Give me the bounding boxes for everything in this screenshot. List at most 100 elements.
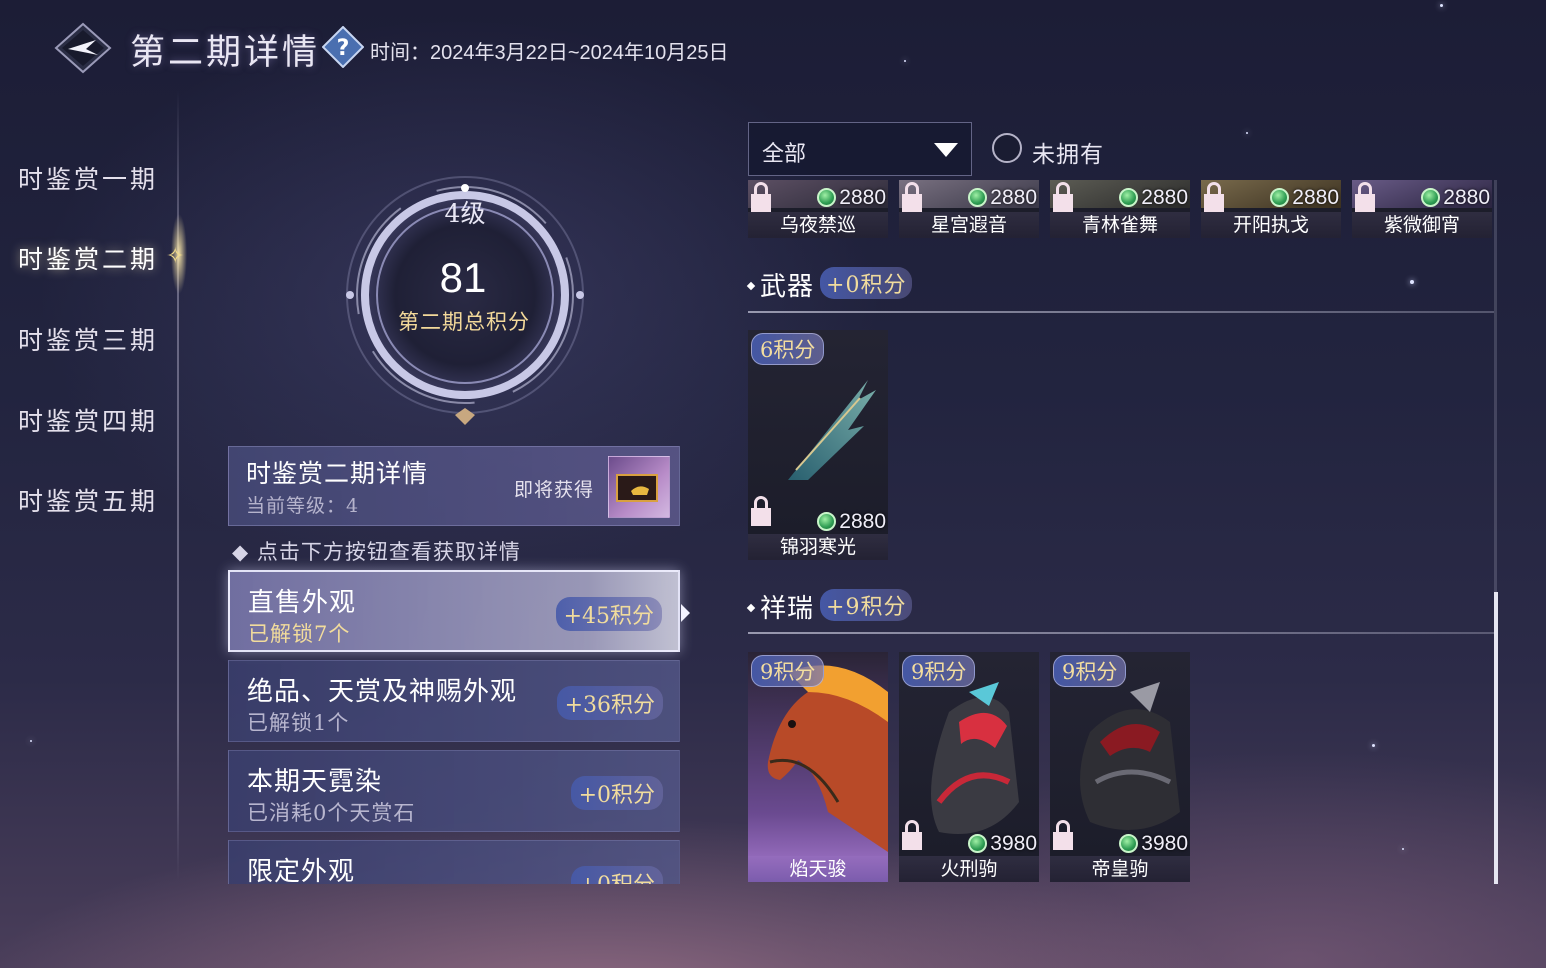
active-marker-icon: ✧ (166, 244, 185, 269)
total-score-label: 第二期总积分 (398, 310, 530, 334)
item-name: 乌夜禁巡 (748, 212, 888, 238)
back-button[interactable] (54, 22, 112, 74)
current-level-text: 当前等级：4 (246, 495, 360, 517)
item-name: 帝皇驹 (1050, 856, 1190, 882)
lock-icon (902, 820, 922, 850)
item-card[interactable]: 9积分 3980 火刑驹 (899, 652, 1039, 882)
jade-coin-icon (1119, 834, 1139, 853)
item-name: 锦羽寒光 (748, 534, 888, 560)
lock-icon (1355, 182, 1375, 212)
star-decoration (1440, 4, 1443, 7)
item-price: 2880 (1421, 186, 1490, 210)
item-name: 火刑驹 (899, 856, 1039, 882)
category-dye[interactable]: 本期天霓染 已消耗0个天赏石 +0积分 (228, 750, 680, 832)
star-decoration (1246, 132, 1248, 134)
category-title: 直售外观 (248, 588, 357, 618)
unowned-label: 未拥有 (1032, 142, 1104, 168)
filter-selected-value: 全部 (762, 142, 807, 167)
item-price-value: 2880 (1141, 186, 1188, 209)
item-points-badge: 6积分 (751, 333, 825, 365)
jade-coin-icon (817, 188, 837, 207)
lock-icon (751, 496, 771, 526)
help-button[interactable]: ? (321, 25, 365, 69)
help-icon: ? (321, 25, 365, 69)
category-clip: 限定外观 +0积分 (228, 840, 680, 884)
page-title: 第二期详情 (130, 33, 321, 73)
category-subtitle: 已消耗0个天赏石 (247, 801, 416, 825)
jade-coin-icon (968, 834, 988, 853)
category-subtitle: 已解锁1个 (247, 711, 350, 735)
category-title: 绝品、天赏及神赐外观 (247, 677, 518, 707)
item-price: 2880 (1119, 186, 1188, 210)
jade-coin-icon (1270, 188, 1290, 207)
category-points: +0积分 (570, 866, 663, 884)
item-price-value: 3980 (1141, 832, 1188, 855)
item-card[interactable]: 2880 星宫遐音 (899, 180, 1039, 238)
item-price-value: 2880 (1443, 186, 1490, 209)
item-card[interactable]: 2880 紫微御宵 (1352, 180, 1492, 238)
item-card[interactable]: 2880 开阳执戈 (1201, 180, 1341, 238)
nav-item-period-4[interactable]: 时鉴赏四期 (18, 402, 158, 438)
nav-item-period-1[interactable]: 时鉴赏一期 (18, 160, 158, 196)
jade-coin-icon (1119, 188, 1139, 207)
item-name: 星宫遐音 (899, 212, 1039, 238)
item-price-value: 2880 (990, 186, 1037, 209)
section-title: 武器 (760, 272, 815, 302)
item-price: 2880 (817, 186, 886, 210)
lock-icon (751, 182, 771, 212)
category-limited[interactable]: 限定外观 +0积分 (228, 840, 680, 884)
category-title: 限定外观 (247, 857, 356, 884)
item-points-badge: 9积分 (751, 655, 825, 687)
item-points-badge: 9积分 (1053, 655, 1127, 687)
item-card[interactable]: 2880 乌夜禁巡 (748, 180, 888, 238)
chevron-down-icon (934, 143, 958, 157)
current-level: 4级 (444, 199, 486, 228)
item-price-value: 3980 (990, 832, 1037, 855)
item-price-value: 2880 (1292, 186, 1339, 209)
back-icon (54, 22, 112, 74)
item-card[interactable]: 9积分 焰天骏 (748, 652, 888, 882)
top-row-clip: 2880 乌夜禁巡 2880 星宫遐音 2880 青林雀舞 2880 开阳执戈 … (748, 180, 1494, 238)
star-decoration (30, 740, 32, 742)
nav-item-period-2[interactable]: 时鉴赏二期 (18, 240, 158, 276)
category-subtitle: 已解锁7个 (248, 622, 351, 646)
item-price-value: 2880 (839, 510, 886, 533)
lock-icon (1053, 820, 1073, 850)
item-card[interactable]: 2880 青林雀舞 (1050, 180, 1190, 238)
nav-divider (177, 90, 179, 880)
star-decoration (904, 60, 906, 62)
section-points: +0积分 (820, 267, 913, 299)
jade-coin-icon (817, 512, 837, 531)
lock-icon (1204, 182, 1224, 212)
category-premium[interactable]: 绝品、天赏及神赐外观 已解锁1个 +36积分 (228, 660, 680, 742)
star-decoration (1410, 280, 1414, 284)
unowned-radio[interactable] (992, 133, 1022, 163)
item-price: 3980 (1119, 832, 1188, 856)
category-direct-sale[interactable]: 直售外观 已解锁7个 +45积分 (228, 570, 680, 652)
item-price: 2880 (817, 510, 886, 534)
item-card[interactable]: 9积分 3980 帝皇驹 (1050, 652, 1190, 882)
jade-coin-icon (968, 188, 988, 207)
item-price: 2880 (1270, 186, 1339, 210)
upcoming-reward-thumbnail[interactable] (608, 456, 670, 518)
item-name: 青林雀舞 (1050, 212, 1190, 238)
period-detail-title: 时鉴赏二期详情 (246, 459, 429, 488)
section-weapons-header: 武器 +0积分 (746, 266, 913, 303)
section-mounts-header: 祥瑞 +9积分 (746, 588, 913, 625)
jade-coin-icon (1421, 188, 1441, 207)
category-points: +0积分 (570, 776, 663, 810)
item-price-value: 2880 (839, 186, 886, 209)
lock-icon (1053, 182, 1073, 212)
lock-icon (902, 182, 922, 212)
category-points: +45积分 (555, 597, 662, 631)
item-name: 开阳执戈 (1201, 212, 1341, 238)
item-card[interactable]: 6积分 2880 锦羽寒光 (748, 330, 888, 560)
nav-item-period-5[interactable]: 时鉴赏五期 (18, 482, 158, 518)
total-score: 81 (439, 254, 487, 301)
scrollbar-thumb[interactable] (1494, 592, 1498, 884)
section-points: +9积分 (820, 589, 913, 621)
hint-label: 点击下方按钮查看获取详情 (256, 540, 521, 564)
nav-item-period-3[interactable]: 时鉴赏三期 (18, 321, 158, 357)
category-title: 本期天霓染 (247, 767, 383, 797)
category-points: +36积分 (556, 686, 663, 720)
